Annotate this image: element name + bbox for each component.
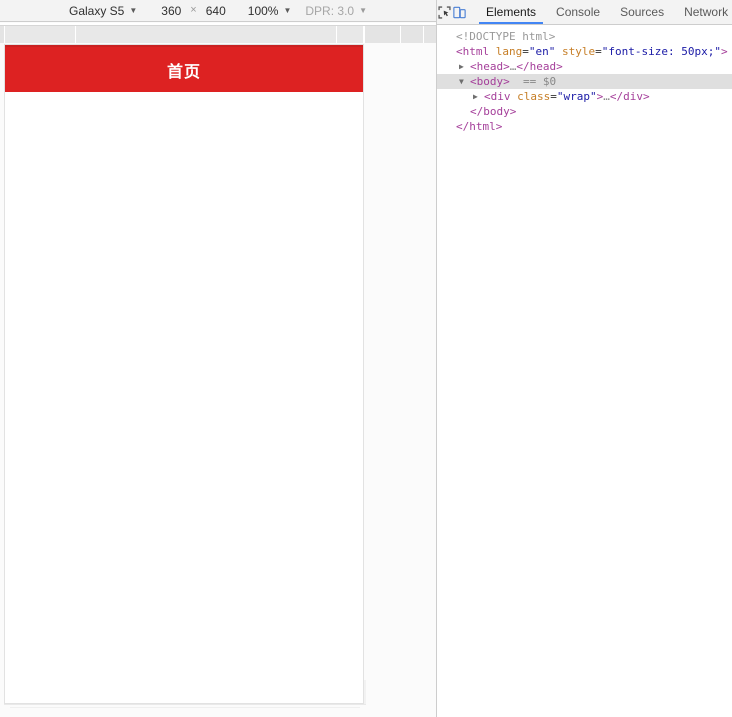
- ruler-tick: [364, 26, 365, 43]
- dom-token-tag: body: [483, 105, 510, 118]
- dom-tree-row-html-open[interactable]: < html lang = "en" style = "font-size: 50px;"…: [437, 44, 732, 59]
- dom-token-punct: </: [609, 90, 624, 103]
- chevron-down-icon[interactable]: ▼: [459, 74, 469, 89]
- ruler-tick: [75, 26, 76, 43]
- dom-token-punct: </: [516, 60, 530, 73]
- viewport-resize-handle[interactable]: [364, 680, 366, 704]
- viewport-width-value: 360: [161, 3, 182, 18]
- dom-token-punct: >: [596, 90, 604, 103]
- dom-token-ellipsis: …: [509, 60, 517, 73]
- viewport-width-input[interactable]: 360: [161, 0, 181, 21]
- tab-network[interactable]: Network: [674, 0, 732, 24]
- page-header-bar: 首页: [5, 45, 363, 92]
- tab-elements-label: Elements: [486, 5, 537, 19]
- tab-sources[interactable]: Sources: [610, 0, 674, 24]
- page-content-area: [5, 92, 363, 703]
- emulated-viewport[interactable]: 首页: [4, 44, 364, 704]
- viewport-bottom-edge: [4, 704, 366, 705]
- dom-token-tag: div: [623, 90, 643, 103]
- chevron-down-icon: ▼: [359, 5, 367, 15]
- dom-token-eq: [555, 44, 562, 59]
- dom-token-val: "font-size: 50px;": [601, 45, 721, 58]
- ruler-tick: [423, 26, 424, 43]
- devtools-device-mode-window: Galaxy S5 ▼ 360 × 640 100% ▼ DPR: 3.0 ▼: [0, 0, 732, 717]
- dom-tree-row-body-open[interactable]: ▼ < body > == $0: [437, 74, 732, 89]
- dom-token-punct: <: [484, 90, 491, 103]
- dom-tree-row-div-wrap[interactable]: ▶ < div class = "wrap" >… </div >: [437, 89, 732, 104]
- ruler-tick: [400, 26, 401, 43]
- dom-token-ellipsis: …: [603, 90, 610, 103]
- viewport-height-value: 640: [205, 3, 226, 18]
- dom-tree[interactable]: <!DOCTYPE html> < html lang = "en" style = "f…: [437, 25, 732, 134]
- dom-token-sel: == $0: [509, 75, 557, 88]
- dom-tree-row-html-close[interactable]: </html >: [437, 119, 732, 134]
- tab-console-label: Console: [556, 5, 601, 19]
- device-toolbar: Galaxy S5 ▼ 360 × 640 100% ▼ DPR: 3.0 ▼: [0, 0, 436, 22]
- dom-token-attr: style: [562, 45, 596, 58]
- dom-token-tag: body: [476, 75, 504, 88]
- chevron-right-icon[interactable]: ▶: [459, 59, 469, 74]
- devtools-toolbar: Elements Console Sources Network: [437, 0, 732, 25]
- chevron-down-icon: ▼: [129, 5, 138, 15]
- viewport-ruler[interactable]: [0, 23, 436, 43]
- device-selector[interactable]: Galaxy S5 ▼: [69, 0, 139, 21]
- tab-network-label: Network: [684, 5, 729, 19]
- dom-tree-row-body-close[interactable]: </body >: [437, 104, 732, 119]
- dom-token-punct: >: [720, 45, 728, 58]
- chevron-right-icon[interactable]: ▶: [473, 89, 483, 104]
- dom-tree-row-doctype[interactable]: <!DOCTYPE html>: [437, 29, 732, 44]
- dom-token-tag: head: [529, 60, 557, 73]
- dom-token-tag: html: [469, 120, 496, 133]
- dom-token-tag: head: [476, 60, 504, 73]
- viewport-height-input[interactable]: 640: [206, 0, 226, 21]
- dom-token-punct: <: [470, 75, 477, 88]
- dom-token-punct: <: [470, 60, 477, 73]
- dom-token-punct: >: [495, 120, 503, 133]
- dpr-selector[interactable]: DPR: 3.0 ▼: [305, 0, 367, 21]
- dom-token-doctype: <!DOCTYPE html>: [456, 30, 556, 43]
- dom-token-attr: class: [517, 90, 551, 103]
- device-emulation-pane: Galaxy S5 ▼ 360 × 640 100% ▼ DPR: 3.0 ▼: [0, 0, 436, 717]
- dom-token-punct: <: [456, 45, 463, 58]
- zoom-value: 100%: [247, 3, 279, 18]
- chevron-down-icon: ▼: [283, 5, 292, 15]
- dom-token-punct: >: [503, 75, 510, 88]
- dom-tree-row-head[interactable]: ▶ < head >… </head >: [437, 59, 732, 74]
- dom-token-eq: [511, 89, 518, 104]
- dom-token-punct: >: [556, 60, 563, 73]
- tab-console[interactable]: Console: [546, 0, 610, 24]
- tab-sources-label: Sources: [620, 5, 665, 19]
- zoom-selector[interactable]: 100% ▼: [248, 0, 292, 21]
- page-header-title: 首页: [166, 63, 201, 81]
- ruler-viewport-region: [4, 26, 364, 43]
- dimension-separator: ×: [190, 4, 197, 16]
- devtools-panel: Elements Console Sources Network <!DOCTY…: [437, 0, 732, 717]
- dom-token-eq: =: [522, 45, 529, 58]
- dom-token-attr: lang: [495, 45, 523, 58]
- dom-token-eq: =: [550, 90, 557, 103]
- dom-token-val: "wrap": [556, 90, 597, 103]
- inspect-element-icon[interactable]: [437, 0, 452, 24]
- viewport-bottom-edge-2: [10, 707, 360, 708]
- device-toolbar-icon[interactable]: [452, 0, 467, 24]
- dom-token-punct: </: [470, 105, 484, 118]
- dom-token-eq: [489, 44, 496, 59]
- tab-elements[interactable]: Elements: [476, 0, 546, 24]
- dom-token-punct: >: [503, 60, 510, 73]
- dom-token-punct: >: [509, 105, 517, 118]
- device-selector-label: Galaxy S5: [68, 3, 125, 18]
- dom-token-punct: </: [456, 120, 470, 133]
- dom-token-val: "en": [528, 45, 556, 58]
- ruler-tick: [336, 26, 337, 43]
- dom-token-tag: html: [462, 45, 490, 58]
- dom-token-punct: >: [643, 90, 650, 103]
- dpr-label: DPR: 3.0: [305, 3, 355, 18]
- dom-token-eq: =: [595, 45, 602, 58]
- devtools-tab-bar: Elements Console Sources Network: [476, 0, 732, 24]
- dom-token-tag: div: [490, 90, 511, 103]
